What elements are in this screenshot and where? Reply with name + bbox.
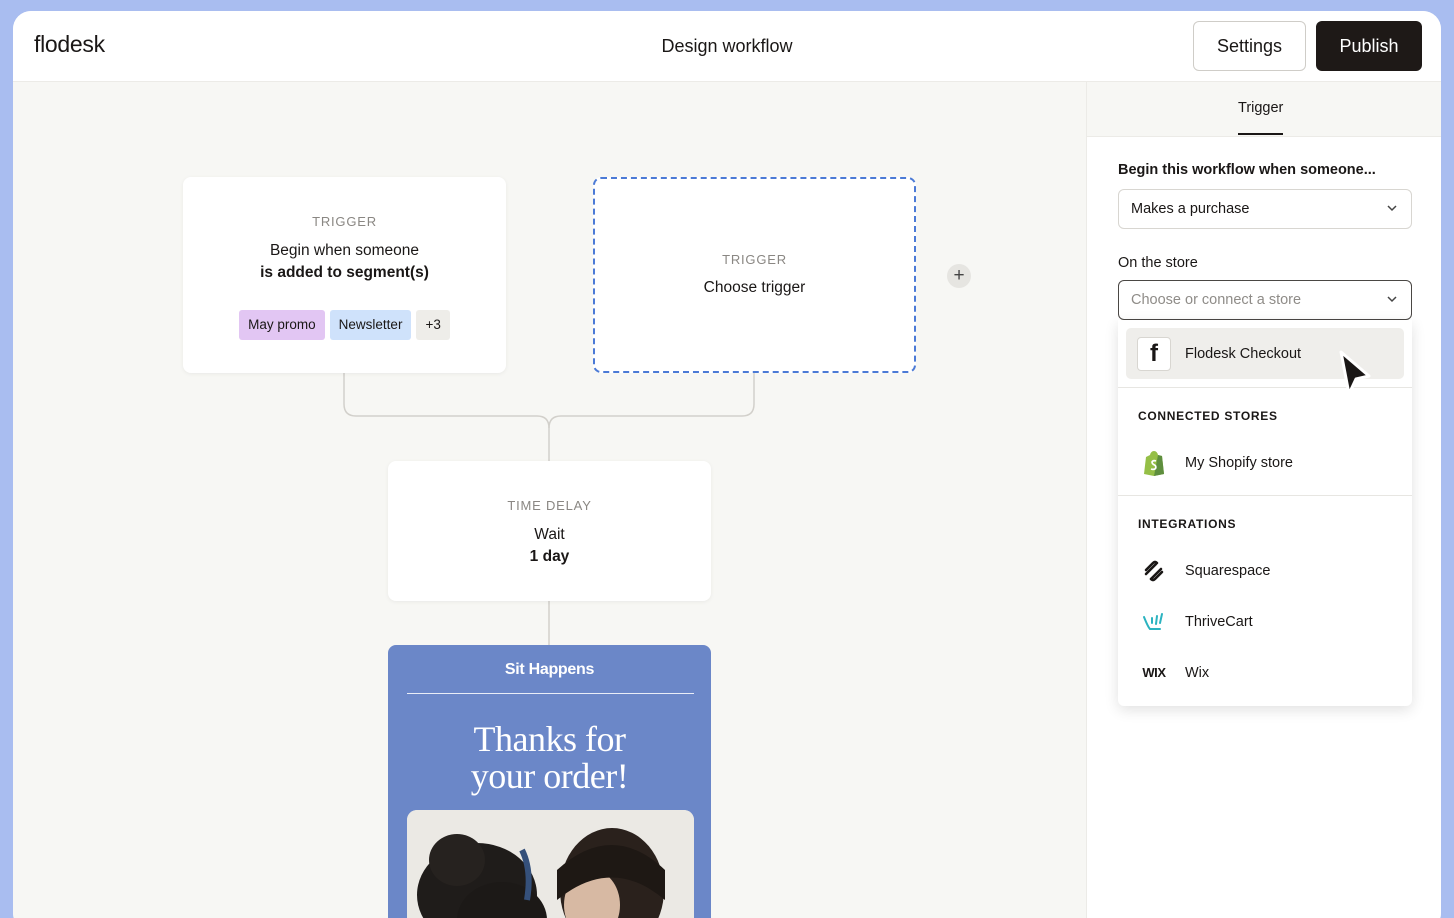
connected-stores-heading: CONNECTED STORES <box>1138 409 1278 423</box>
tag-may-promo: May promo <box>239 310 325 340</box>
flodesk-f-icon: f <box>1137 336 1171 371</box>
delay-card-line1: Wait <box>534 526 565 543</box>
email-brand: Sit Happens <box>504 661 595 678</box>
integrations-heading: INTEGRATIONS <box>1138 517 1237 531</box>
wix-icon: WIX <box>1137 656 1171 690</box>
mouse-pointer-icon <box>1339 350 1371 396</box>
dropdown-item-wix[interactable]: WIX Wix <box>1126 647 1404 698</box>
choose-trigger-card[interactable]: TRIGGER Choose trigger <box>593 177 916 373</box>
email-divider <box>407 693 694 694</box>
segment-tags: May promo Newsletter +3 <box>183 310 506 340</box>
dropdown-item-label: My Shopify store <box>1185 454 1293 471</box>
panel-tabs: Trigger <box>1087 82 1441 137</box>
email-headline: Thanks for your order! <box>388 721 711 795</box>
begin-workflow-label: Begin this workflow when someone... <box>1118 162 1376 178</box>
top-bar: flodesk Design workflow Settings Publish <box>13 11 1441 82</box>
email-preview-card[interactable]: Sit Happens Thanks for your order! <box>388 645 711 918</box>
dropdown-item-thrivecart[interactable]: ThriveCart <box>1126 596 1404 647</box>
tag-newsletter: Newsletter <box>329 310 412 340</box>
choose-card-label: Choose trigger <box>703 279 806 296</box>
thrivecart-icon <box>1137 605 1171 639</box>
email-headline-line2: your order! <box>470 756 629 796</box>
time-delay-card[interactable]: TIME DELAY Wait 1 day <box>388 461 711 601</box>
email-photo-dog-and-person <box>407 810 694 918</box>
shopify-icon <box>1137 446 1171 480</box>
trigger-settings-panel: Trigger Begin this workflow when someone… <box>1086 82 1441 918</box>
tag-more-count: +3 <box>416 310 450 340</box>
trigger-card-kind: TRIGGER <box>312 214 377 229</box>
delay-card-line2: 1 day <box>529 548 570 565</box>
dropdown-divider <box>1118 495 1412 496</box>
dropdown-item-label: Wix <box>1185 664 1210 681</box>
dropdown-item-label: Squarespace <box>1185 562 1271 579</box>
add-trigger-button[interactable]: + <box>947 264 971 288</box>
tab-trigger[interactable]: Trigger <box>1238 100 1284 135</box>
dropdown-item-label: ThriveCart <box>1185 613 1253 630</box>
trigger-event-value: Makes a purchase <box>1131 201 1250 217</box>
chevron-down-icon <box>1387 296 1397 303</box>
delay-card-kind: TIME DELAY <box>507 498 592 513</box>
settings-button[interactable]: Settings <box>1193 21 1306 71</box>
store-label: On the store <box>1118 255 1198 271</box>
wix-icon-text: WIX <box>1142 665 1166 680</box>
email-headline-line1: Thanks for <box>473 719 626 759</box>
trigger-card-line2: is added to segment(s) <box>260 264 429 281</box>
dropdown-item-shopify-store[interactable]: My Shopify store <box>1126 437 1404 488</box>
choose-card-kind: TRIGGER <box>722 252 787 267</box>
dropdown-item-label: Flodesk Checkout <box>1185 345 1302 362</box>
app-window: flodesk Design workflow Settings Publish… <box>13 11 1441 918</box>
trigger-card-segment[interactable]: TRIGGER Begin when someone is added to s… <box>183 177 506 373</box>
chevron-down-icon <box>1387 205 1397 212</box>
workflow-canvas[interactable]: TRIGGER Begin when someone is added to s… <box>13 82 1086 918</box>
store-select-placeholder: Choose or connect a store <box>1131 292 1302 308</box>
squarespace-icon <box>1137 554 1171 588</box>
trigger-event-select[interactable]: Makes a purchase <box>1118 189 1412 229</box>
dropdown-item-squarespace[interactable]: Squarespace <box>1126 545 1404 596</box>
trigger-card-line1: Begin when someone <box>269 242 420 259</box>
publish-button[interactable]: Publish <box>1316 21 1422 71</box>
store-select[interactable]: Choose or connect a store <box>1118 280 1412 320</box>
